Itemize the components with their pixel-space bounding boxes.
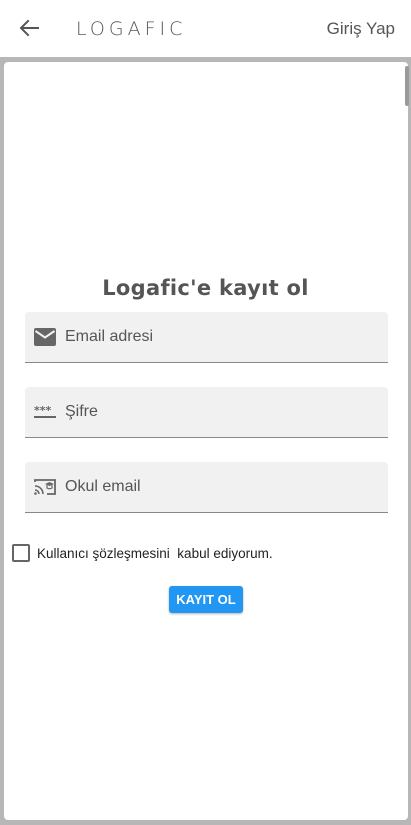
scrollbar-thumb[interactable] <box>405 66 409 106</box>
school-email-icon <box>34 476 56 498</box>
email-field-container <box>25 312 388 363</box>
app-logo: LOGAFIC <box>76 18 187 40</box>
back-button[interactable] <box>15 14 43 42</box>
login-button[interactable]: Giriş Yap <box>327 19 395 39</box>
page-title: Logafic'e kayıt ol <box>102 276 309 300</box>
password-input[interactable] <box>65 387 375 437</box>
signup-card <box>4 62 408 820</box>
signup-screen: LOGAFIC Giriş Yap Logafic'e kayıt ol *** <box>0 0 411 825</box>
agreement-row: Kullanıcı şözleşmesini kabul ediyorum. <box>12 544 273 562</box>
app-bar: LOGAFIC Giriş Yap <box>0 0 411 57</box>
school-email-field-container <box>25 462 388 513</box>
password-dots-icon: *** <box>34 401 56 423</box>
agreement-label: Kullanıcı şözleşmesini kabul ediyorum. <box>37 545 273 561</box>
register-button[interactable]: KAYIT OL <box>169 586 243 613</box>
email-input[interactable] <box>65 312 375 362</box>
svg-text:***: *** <box>34 405 52 417</box>
arrow-left-icon <box>19 19 39 37</box>
mail-icon <box>34 326 56 348</box>
agreement-checkbox[interactable] <box>12 544 30 562</box>
school-email-input[interactable] <box>65 462 375 512</box>
password-field-container: *** <box>25 387 388 438</box>
